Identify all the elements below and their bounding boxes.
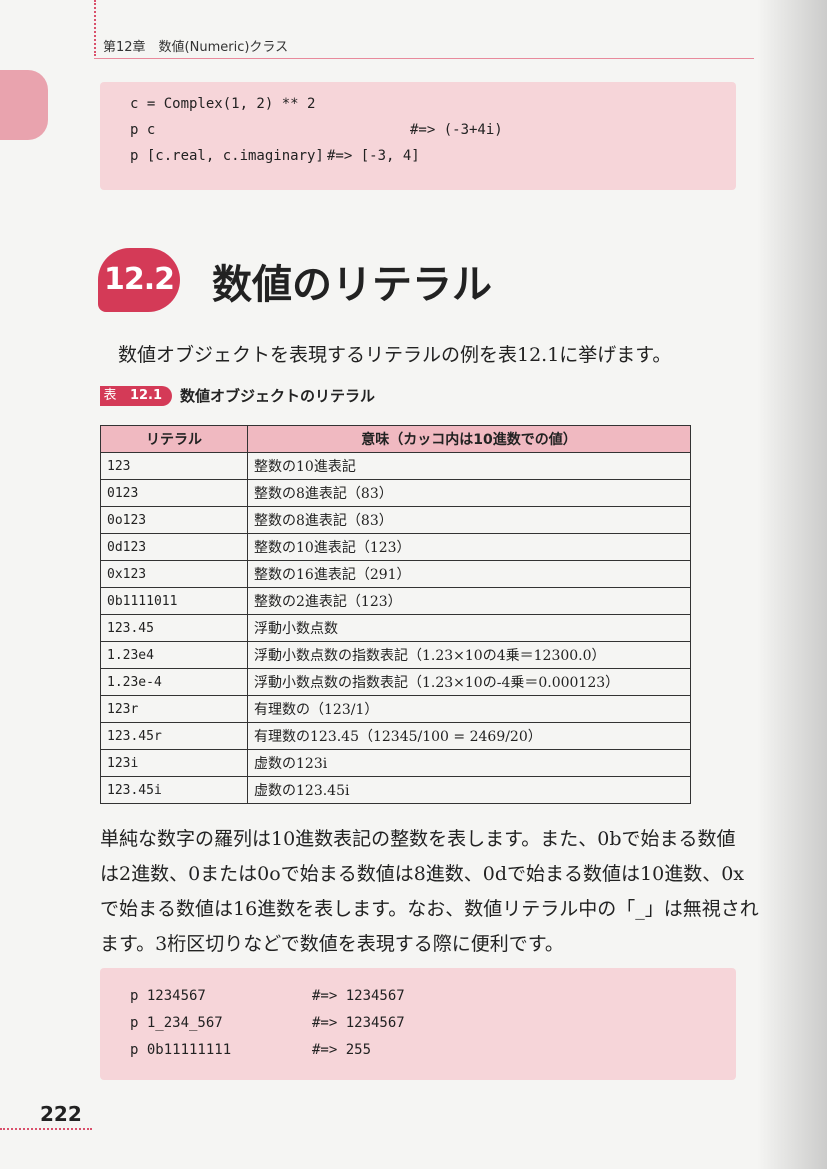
header-rule bbox=[94, 58, 754, 59]
table-row: 0b1111011 整数の2進表記（123） bbox=[100, 587, 691, 615]
code-line: c = Complex(1, 2) ** 2 bbox=[130, 96, 316, 112]
table-row: 123r 有理数の（123/1） bbox=[100, 695, 691, 723]
table-caption-title: 数値オブジェクトのリテラル bbox=[180, 387, 376, 405]
code-line: p 1_234_567 bbox=[130, 1015, 223, 1031]
table-label-badge: 表 bbox=[100, 386, 120, 406]
meaning-cell: 有理数の（123/1） bbox=[247, 695, 691, 723]
intro-text: 数値オブジェクトを表現するリテラルの例を表12.1に挙げます。 bbox=[118, 344, 672, 366]
table-header-row: リテラル 意味（カッコ内は10進数での値） bbox=[100, 425, 691, 453]
literal-cell: 123r bbox=[100, 695, 248, 723]
meaning-cell: 整数の2進表記（123） bbox=[247, 587, 691, 615]
meaning-cell: 有理数の123.45（12345/100 = 2469/20） bbox=[247, 722, 691, 750]
literal-cell: 123.45r bbox=[100, 722, 248, 750]
meaning-cell: 浮動小数点数の指数表記（1.23×10の-4乗＝0.000123） bbox=[247, 668, 691, 696]
literal-cell: 0123 bbox=[100, 479, 248, 507]
code-result: #=> (-3+4i) bbox=[410, 122, 503, 138]
body-line: で始まる数値は16進数を表します。なお、数値リテラル中の「_」は無視され bbox=[100, 898, 759, 920]
table-row: 123.45i 虚数の123.45i bbox=[100, 776, 691, 804]
table-number-badge: 12.1 bbox=[120, 386, 172, 406]
literal-cell: 123.45 bbox=[100, 614, 248, 642]
code-result: #=> 1234567 bbox=[312, 1015, 405, 1031]
table-row: 123.45 浮動小数点数 bbox=[100, 614, 691, 642]
code-result: #=> [-3, 4] bbox=[327, 148, 420, 164]
code-line: p [c.real, c.imaginary] bbox=[130, 148, 324, 164]
literal-cell: 0d123 bbox=[100, 533, 248, 561]
meaning-cell: 整数の16進表記（291） bbox=[247, 560, 691, 588]
meaning-cell: 虚数の123.45i bbox=[247, 776, 691, 804]
table-row: 1.23e4 浮動小数点数の指数表記（1.23×10の4乗＝12300.0） bbox=[100, 641, 691, 669]
meaning-cell: 整数の8進表記（83） bbox=[247, 506, 691, 534]
table-row: 1.23e-4 浮動小数点数の指数表記（1.23×10の-4乗＝0.000123） bbox=[100, 668, 691, 696]
meaning-cell: 整数の10進表記 bbox=[247, 452, 691, 480]
literal-cell: 0x123 bbox=[100, 560, 248, 588]
literal-cell: 123 bbox=[100, 452, 248, 480]
meaning-cell: 整数の8進表記（83） bbox=[247, 479, 691, 507]
body-paragraph: 単純な数字の羅列は10進数表記の整数を表します。また、0bで始まる数値 は2進数… bbox=[100, 822, 759, 962]
page-number: 222 bbox=[40, 1102, 82, 1126]
code-result: #=> 255 bbox=[312, 1042, 372, 1058]
table-row: 0o123 整数の8進表記（83） bbox=[100, 506, 691, 534]
literal-cell: 0b1111011 bbox=[100, 587, 248, 615]
meaning-cell: 整数の10進表記（123） bbox=[247, 533, 691, 561]
page-edge-shadow bbox=[757, 0, 827, 1169]
literals-table: リテラル 意味（カッコ内は10進数での値） 123 整数の10進表記 0123 整数… bbox=[100, 425, 691, 804]
section-number-badge: 12.2 bbox=[98, 248, 180, 312]
literal-cell: 123i bbox=[100, 749, 248, 777]
column-header-meaning: 意味（カッコ内は10進数での値） bbox=[247, 425, 691, 453]
meaning-cell: 浮動小数点数の指数表記（1.23×10の4乗＝12300.0） bbox=[247, 641, 691, 669]
code-result: #=> 1234567 bbox=[312, 988, 405, 1004]
literal-cell: 0o123 bbox=[100, 506, 248, 534]
literal-cell: 123.45i bbox=[100, 776, 248, 804]
literal-cell: 1.23e4 bbox=[100, 641, 248, 669]
header-dotted-rule bbox=[94, 0, 96, 56]
code-line: p 1234567 bbox=[130, 988, 206, 1004]
chapter-side-tab bbox=[0, 70, 48, 140]
meaning-cell: 浮動小数点数 bbox=[247, 614, 691, 642]
chapter-header: 第12章 数値(Numeric)クラス bbox=[103, 40, 289, 55]
footer-dotted-rule bbox=[0, 1128, 92, 1130]
table-row: 123.45r 有理数の123.45（12345/100 = 2469/20） bbox=[100, 722, 691, 750]
table-row: 0123 整数の8進表記（83） bbox=[100, 479, 691, 507]
code-line: p 0b11111111 bbox=[130, 1042, 232, 1058]
table-row: 123i 虚数の123i bbox=[100, 749, 691, 777]
body-line: ます。3桁区切りなどで数値を表現する際に便利です。 bbox=[100, 933, 564, 955]
meaning-cell: 虚数の123i bbox=[247, 749, 691, 777]
table-row: 123 整数の10進表記 bbox=[100, 452, 691, 480]
body-line: は2進数、0または0oで始まる数値は8進数、0dで始まる数値は10進数、0x bbox=[100, 863, 745, 885]
literal-cell: 1.23e-4 bbox=[100, 668, 248, 696]
code-line: p c bbox=[130, 122, 156, 138]
body-line: 単純な数字の羅列は10進数表記の整数を表します。また、0bで始まる数値 bbox=[100, 828, 736, 850]
code-block-complex: c = Complex(1, 2) ** 2 p c #=> (-3+4i) p… bbox=[100, 82, 736, 190]
table-row: 0x123 整数の16進表記（291） bbox=[100, 560, 691, 588]
column-header-literal: リテラル bbox=[100, 425, 248, 453]
section-title: 数値のリテラル bbox=[212, 262, 492, 308]
code-block-literals: p 1234567 #=> 1234567 p 1_234_567 #=> 12… bbox=[100, 968, 736, 1080]
table-row: 0d123 整数の10進表記（123） bbox=[100, 533, 691, 561]
